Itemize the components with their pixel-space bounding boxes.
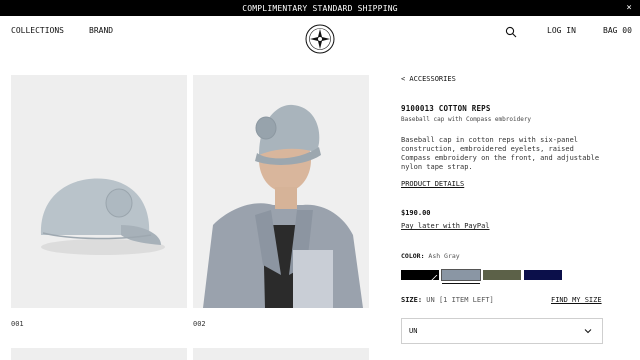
- swatch-diagonal-icon: [431, 274, 438, 280]
- swatch-ash-gray[interactable]: [441, 269, 481, 281]
- product-image-model[interactable]: [193, 75, 369, 308]
- login-link[interactable]: LOG IN: [547, 26, 576, 35]
- size-label-key: SIZE:: [401, 296, 423, 304]
- swatch-selected-indicator: [442, 283, 480, 284]
- swatch-navy[interactable]: [524, 270, 562, 280]
- promo-bar: COMPLIMENTARY STANDARD SHIPPING ×: [0, 0, 640, 16]
- image-label: 001: [11, 320, 24, 328]
- color-label: COLOR: Ash Gray: [401, 252, 460, 260]
- size-select[interactable]: UN: [401, 318, 603, 344]
- color-value: Ash Gray: [428, 252, 460, 260]
- breadcrumb[interactable]: < ACCESSORIES: [401, 75, 456, 83]
- compass-logo-icon[interactable]: [305, 24, 335, 54]
- product-image-3[interactable]: [11, 348, 187, 360]
- swatch-black[interactable]: [401, 270, 439, 280]
- paypal-link[interactable]: Pay later with PayPal: [401, 222, 490, 230]
- product-subtitle: Baseball cap with Compass embroidery: [401, 116, 532, 123]
- nav-collections[interactable]: COLLECTIONS: [11, 26, 64, 35]
- size-label: SIZE: UN [1 ITEM LEFT]: [401, 296, 494, 304]
- price: $190.00: [401, 209, 431, 217]
- product-details-link[interactable]: PRODUCT DETAILS: [401, 180, 464, 188]
- image-label: 002: [193, 320, 206, 328]
- cap-illustration: [11, 75, 187, 308]
- size-select-value: UN: [409, 327, 418, 335]
- bag-link[interactable]: BAG 00: [603, 26, 632, 35]
- size-value: UN [1 ITEM LEFT]: [426, 296, 494, 304]
- find-my-size-link[interactable]: FIND MY SIZE: [551, 296, 602, 304]
- swatch-olive[interactable]: [483, 270, 521, 280]
- chevron-down-icon: [584, 329, 592, 334]
- promo-text: COMPLIMENTARY STANDARD SHIPPING: [242, 3, 398, 13]
- search-icon[interactable]: [505, 26, 517, 38]
- nav-brand[interactable]: BRAND: [89, 26, 113, 35]
- model-illustration: [193, 75, 369, 308]
- product-description: Baseball cap in cotton reps with six-pan…: [401, 136, 600, 171]
- product-image-cap[interactable]: [11, 75, 187, 308]
- close-icon[interactable]: ×: [626, 0, 632, 16]
- product-image-4[interactable]: [193, 348, 369, 360]
- product-title: 9100013 COTTON REPS: [401, 104, 491, 113]
- color-label-key: COLOR:: [401, 252, 425, 260]
